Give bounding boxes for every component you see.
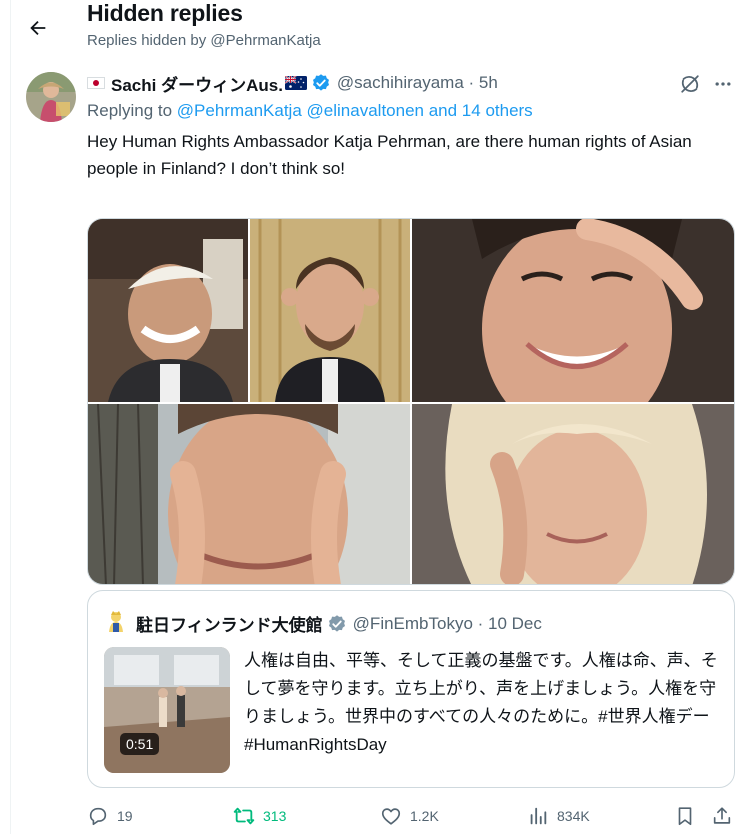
author-handle-time[interactable]: @sachihirayama · 5h <box>337 73 498 93</box>
retweet-count: 313 <box>263 808 287 824</box>
media-photo[interactable] <box>412 404 734 584</box>
media-photo[interactable] <box>88 219 248 402</box>
australia-flag-icon <box>284 76 307 90</box>
retweet-icon <box>233 807 255 825</box>
quote-author-name[interactable]: 駐日フィンランド大使館 <box>136 611 323 636</box>
back-button[interactable] <box>18 8 58 48</box>
views-count: 834K <box>557 808 590 824</box>
reply-count: 19 <box>117 808 133 824</box>
bookmark-button[interactable] <box>674 800 704 832</box>
tweet-text: Hey Human Rights Ambassador Katja Pehrma… <box>87 132 692 178</box>
quote-tweet[interactable]: 駐日フィンランド大使館 @FinEmbTokyo · 10 Dec 0:51 人… <box>87 590 735 788</box>
japan-flag-icon <box>87 77 105 89</box>
page-title: Hidden replies <box>87 0 243 26</box>
more-button[interactable] <box>711 72 735 96</box>
replying-to: Replying to @PehrmanKatja @elinavaltonen… <box>87 101 533 121</box>
media-photo[interactable] <box>412 219 734 402</box>
others-link[interactable]: and 14 others <box>429 101 533 120</box>
tweet-action-bar: 19 313 1.2K 834K <box>87 800 737 832</box>
media-photo[interactable] <box>250 219 410 402</box>
verified-icon <box>312 74 329 91</box>
author-avatar[interactable] <box>26 72 76 122</box>
share-button[interactable] <box>711 800 741 832</box>
quote-author-avatar[interactable] <box>104 609 128 633</box>
views-icon <box>530 807 547 825</box>
quote-handle-time: @FinEmbTokyo · 10 Dec <box>352 613 542 633</box>
more-icon <box>715 82 731 86</box>
mention-link[interactable]: @PehrmanKatja <box>177 101 302 120</box>
views-button[interactable]: 834K <box>527 800 590 832</box>
retweet-button[interactable]: 313 <box>233 800 286 832</box>
verified-icon <box>328 614 345 632</box>
replying-label: Replying to <box>87 101 173 120</box>
author-name[interactable]: Sachi ダーウィンAus. <box>111 71 283 96</box>
share-icon <box>713 807 731 824</box>
hidden-reply-icon <box>681 75 699 93</box>
media-grid[interactable] <box>87 218 735 585</box>
page-subtitle: Replies hidden by @PehrmanKatja <box>87 32 321 49</box>
hidden-reply-button[interactable] <box>678 72 702 96</box>
quote-text: 人権は自由、平等、そして正義の基盤です。人権は命、声、そして夢を守ります。立ち上… <box>244 651 718 754</box>
quote-author-row: 駐日フィンランド大使館 @FinEmbTokyo · 10 Dec <box>136 611 542 636</box>
like-button[interactable]: 1.2K <box>380 800 439 832</box>
back-arrow-icon <box>30 20 46 36</box>
bookmark-icon <box>678 807 692 826</box>
mention-link[interactable]: @elinavaltonen <box>307 101 424 120</box>
video-duration: 0:51 <box>120 733 160 755</box>
media-photo[interactable] <box>88 404 410 584</box>
reply-button[interactable]: 19 <box>87 800 133 832</box>
like-icon <box>381 808 401 825</box>
author-name-row: Sachi ダーウィンAus. @sachihirayama · 5h <box>87 71 498 96</box>
like-count: 1.2K <box>410 808 439 824</box>
quote-video-thumbnail[interactable]: 0:51 <box>104 647 230 773</box>
reply-icon <box>89 807 107 826</box>
